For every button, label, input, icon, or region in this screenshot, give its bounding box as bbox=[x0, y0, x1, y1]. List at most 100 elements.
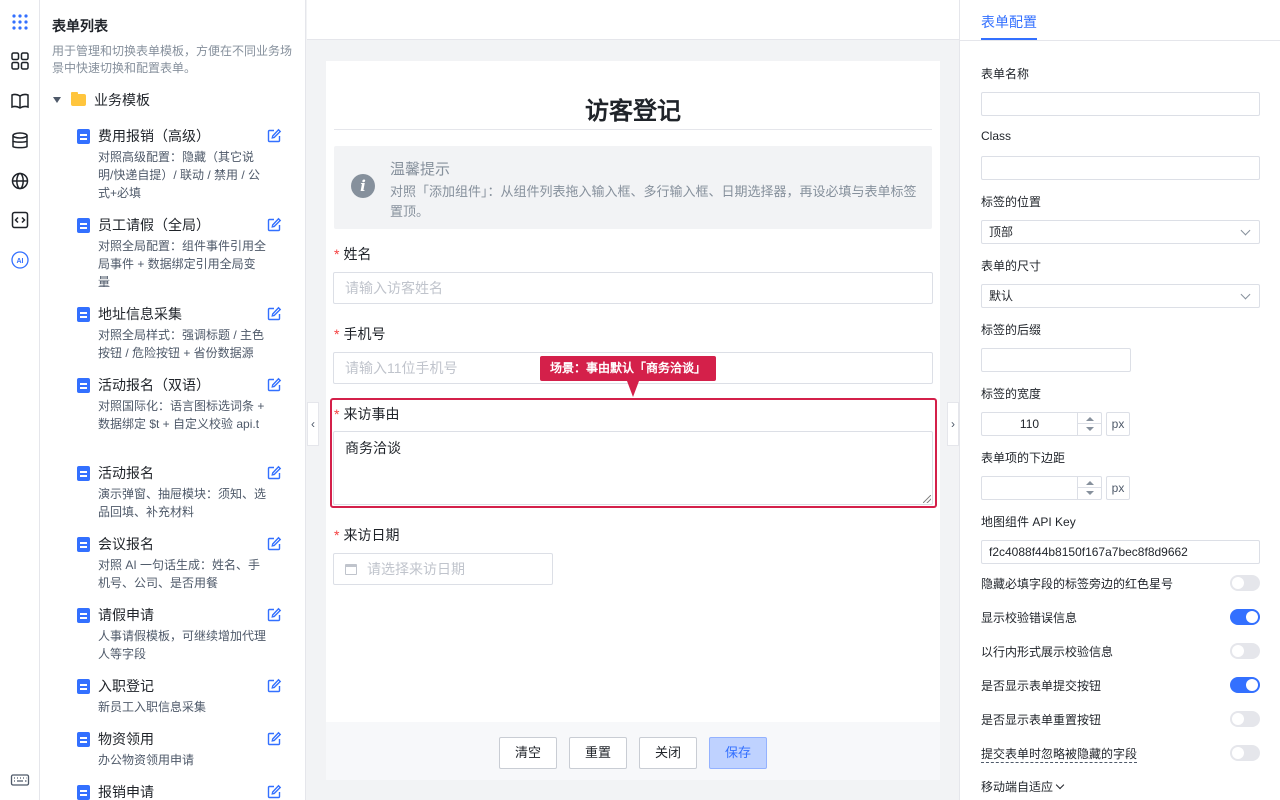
toggle-switch[interactable] bbox=[1230, 609, 1260, 625]
setting-row: 显示校验错误信息 bbox=[981, 607, 1260, 627]
edit-icon[interactable] bbox=[266, 306, 282, 322]
setting-label: 显示校验错误信息 bbox=[981, 611, 1078, 625]
tip-title: 温馨提示 bbox=[390, 161, 451, 178]
toggle-switch[interactable] bbox=[1230, 745, 1260, 761]
book-icon[interactable] bbox=[8, 89, 32, 113]
folder-icon bbox=[71, 92, 86, 106]
close-button[interactable]: 关闭 bbox=[639, 737, 697, 769]
canvas-toolbar bbox=[307, 0, 959, 40]
toggle-switch[interactable] bbox=[1230, 643, 1260, 659]
map-key-input[interactable]: f2c4088f44b8150f167a7bec8f8d9662 bbox=[981, 540, 1260, 564]
required-mark: * bbox=[334, 246, 340, 262]
ai-icon[interactable]: AI bbox=[8, 248, 32, 272]
svg-text:AI: AI bbox=[17, 258, 24, 265]
save-button[interactable]: 保存 bbox=[709, 737, 767, 769]
calendar-icon bbox=[345, 564, 357, 575]
template-desc: 对照 AI 一句话生成：姓名、手机号、公司、是否用餐 bbox=[98, 558, 261, 590]
caret-down-icon[interactable] bbox=[53, 97, 61, 103]
class-input[interactable] bbox=[981, 156, 1260, 180]
date-placeholder: 请选择来访日期 bbox=[367, 561, 465, 577]
resize-handle-icon[interactable] bbox=[923, 495, 931, 503]
chevron-down-icon bbox=[1240, 225, 1251, 236]
form-size-label: 表单的尺寸 bbox=[981, 259, 1042, 273]
chevron-down-icon bbox=[1055, 780, 1065, 790]
map-key-label: 地图组件 API Key bbox=[981, 515, 1076, 529]
setting-row: 是否显示表单提交按钮 bbox=[981, 675, 1260, 695]
edit-icon[interactable] bbox=[266, 128, 282, 144]
label-width-label: 标签的宽度 bbox=[981, 387, 1042, 401]
item-margin-stepper[interactable] bbox=[981, 476, 1102, 500]
template-name: 物资领用 bbox=[98, 731, 154, 747]
edit-icon[interactable] bbox=[266, 607, 282, 623]
chevron-right-icon: › bbox=[951, 417, 955, 431]
edit-icon[interactable] bbox=[266, 377, 282, 393]
template-desc: 对照全局配置：组件事件引用全局事件 + 数据绑定引用全局变量 bbox=[98, 239, 267, 289]
components-icon[interactable] bbox=[8, 49, 32, 73]
reason-textarea[interactable]: 商务洽谈 bbox=[333, 431, 933, 505]
template-name: 活动报名（双语） bbox=[98, 377, 210, 393]
clear-button[interactable]: 清空 bbox=[499, 737, 557, 769]
template-name: 员工请假（全局） bbox=[98, 217, 210, 233]
form-size-select[interactable]: 默认 bbox=[981, 284, 1260, 308]
form-name-label: 表单名称 bbox=[981, 67, 1030, 81]
label-width-stepper[interactable]: 110 bbox=[981, 412, 1102, 436]
tip-body: 对照「添加组件」：从组件列表拖入输入框、多行输入框、日期选择器，再设必填与表单标… bbox=[390, 184, 917, 219]
document-icon bbox=[77, 537, 90, 552]
setting-row: 以行内形式展示校验信息 bbox=[981, 641, 1260, 661]
name-input[interactable]: 请输入访客姓名 bbox=[333, 272, 933, 304]
setting-label: 是否显示表单提交按钮 bbox=[981, 679, 1102, 693]
item-margin-unit: px bbox=[1106, 476, 1130, 500]
scene-tag: 场景：事由默认「商务洽谈」 bbox=[540, 356, 717, 381]
label-suffix-label: 标签的后缀 bbox=[981, 323, 1042, 337]
reason-label: * 来访事由 bbox=[334, 406, 400, 422]
label-suffix-input[interactable] bbox=[981, 348, 1131, 372]
icon-rail: AI bbox=[0, 0, 40, 800]
apps-grid-icon[interactable] bbox=[8, 10, 32, 34]
globe-icon[interactable] bbox=[8, 169, 32, 193]
action-bar bbox=[326, 722, 940, 780]
template-desc: 对照全局样式：强调标题 / 主色按钮 / 危险按钮 + 省份数据源 bbox=[98, 328, 265, 360]
database-icon[interactable] bbox=[8, 129, 32, 153]
phone-label: * 手机号 bbox=[334, 326, 386, 342]
scene-tag-arrow bbox=[627, 381, 639, 397]
date-label: * 来访日期 bbox=[334, 527, 400, 543]
name-label: * 姓名 bbox=[334, 246, 372, 262]
edit-icon[interactable] bbox=[266, 678, 282, 694]
reset-button[interactable]: 重置 bbox=[569, 737, 627, 769]
edit-icon[interactable] bbox=[266, 465, 282, 481]
form-name-input[interactable] bbox=[981, 92, 1260, 116]
setting-row: 是否显示表单重置按钮 bbox=[981, 709, 1260, 729]
mobile-adapt-toggle[interactable]: 移动端自适应 bbox=[981, 778, 1065, 795]
collapse-right-button[interactable]: › bbox=[947, 402, 959, 446]
template-desc: 演示弹窗、抽屉模块：须知、选品回填、补充材料 bbox=[98, 487, 267, 519]
toggle-switch[interactable] bbox=[1230, 711, 1260, 727]
document-icon bbox=[77, 679, 90, 694]
panel-title: 表单列表 bbox=[52, 18, 108, 34]
template-desc: 对照国际化：语言图标选词条 + 数据绑定 $t + 自定义校验 api.t bbox=[98, 399, 265, 431]
edit-icon[interactable] bbox=[266, 536, 282, 552]
label-position-select[interactable]: 顶部 bbox=[981, 220, 1260, 244]
required-mark: * bbox=[334, 406, 340, 422]
label-width-unit: px bbox=[1106, 412, 1130, 436]
date-picker[interactable]: 请选择来访日期 bbox=[333, 553, 553, 585]
folder-business-templates[interactable]: 业务模板 bbox=[52, 90, 150, 110]
setting-row: 提交表单时忽略被隐藏的字段 bbox=[981, 743, 1260, 763]
stepper-arrows-icon[interactable] bbox=[1077, 477, 1101, 499]
collapse-left-button[interactable]: ‹ bbox=[307, 402, 319, 446]
stepper-arrows-icon[interactable] bbox=[1077, 413, 1101, 435]
edit-icon[interactable] bbox=[266, 217, 282, 233]
document-icon bbox=[77, 466, 90, 481]
toggle-switch[interactable] bbox=[1230, 677, 1260, 693]
toggle-switch[interactable] bbox=[1230, 575, 1260, 591]
tab-divider bbox=[960, 40, 1280, 41]
edit-icon[interactable] bbox=[266, 784, 282, 800]
code-icon[interactable] bbox=[8, 208, 32, 232]
keyboard-icon[interactable] bbox=[8, 768, 32, 792]
tab-form-config[interactable]: 表单配置 bbox=[981, 12, 1037, 32]
template-name: 会议报名 bbox=[98, 536, 154, 552]
setting-label: 隐藏必填字段的标签旁边的红色星号 bbox=[981, 577, 1174, 591]
edit-icon[interactable] bbox=[266, 731, 282, 747]
document-icon bbox=[77, 732, 90, 747]
required-mark: * bbox=[334, 527, 340, 543]
title-divider bbox=[334, 129, 932, 130]
